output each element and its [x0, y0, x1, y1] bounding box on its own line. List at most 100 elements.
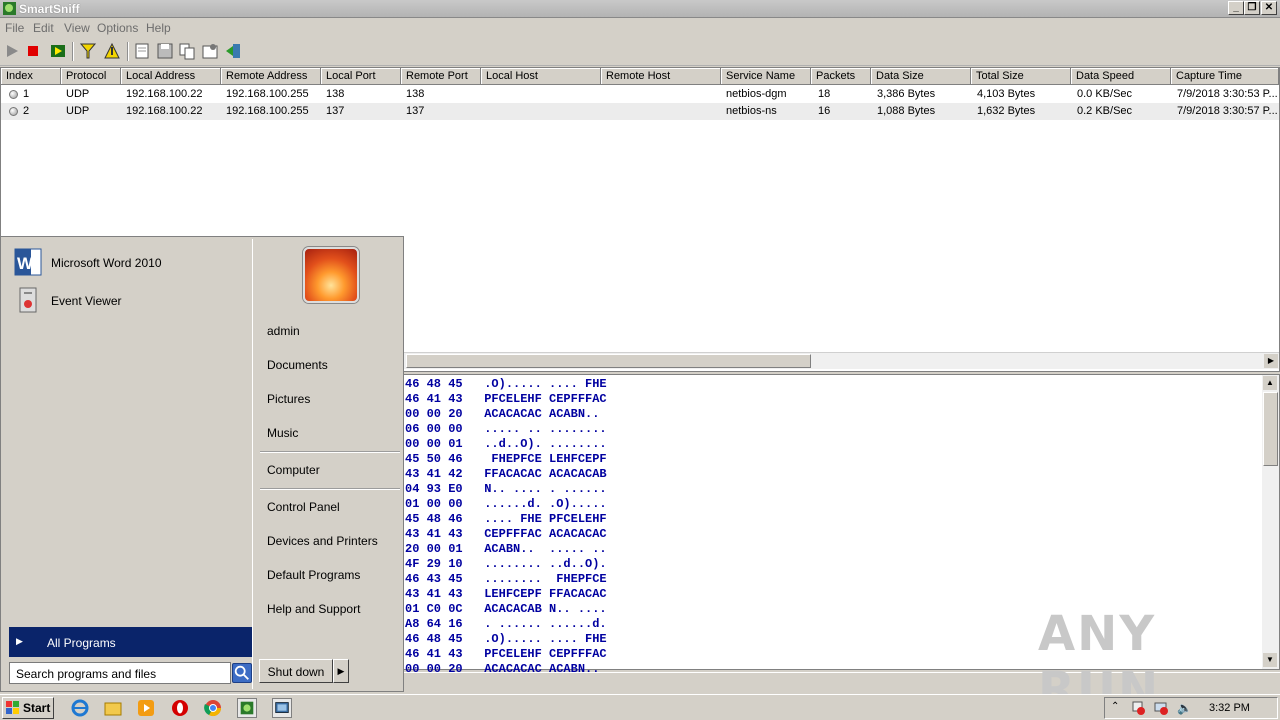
start-capture-icon[interactable] [3, 42, 21, 60]
svg-text:W: W [17, 254, 34, 273]
right-arrow-icon: ▶ [16, 636, 23, 646]
column-header-local-address[interactable]: Local Address [121, 68, 221, 85]
scroll-right-arrow-icon[interactable]: ▶ [1264, 354, 1278, 368]
cell-local-address: 192.168.100.22 [126, 105, 203, 117]
all-programs-button[interactable]: ▶ All Programs [9, 627, 252, 657]
row-status-icon [9, 107, 18, 116]
place-user[interactable]: admin [267, 324, 300, 338]
new-document-icon[interactable] [133, 42, 151, 60]
hex-line: 45 50 46 FHEPFCE LEHFCEPF [405, 452, 607, 466]
place-pictures[interactable]: Pictures [267, 392, 310, 406]
all-programs-label: All Programs [47, 636, 116, 650]
column-header-remote-address[interactable]: Remote Address [221, 68, 321, 85]
title-bar: SmartSniff _ ❐ ✕ [0, 0, 1280, 18]
clock[interactable]: 3:32 PM [1209, 702, 1250, 714]
file-explorer-icon[interactable] [103, 698, 123, 718]
hex-dump: 46 48 45 .O)..... .... FHE 46 41 43 PFCEL… [405, 377, 607, 677]
column-header-total-size[interactable]: Total Size [971, 68, 1071, 85]
column-header-remote-port[interactable]: Remote Port [401, 68, 481, 85]
cell-service-name: netbios-dgm [726, 88, 787, 100]
column-header-packets[interactable]: Packets [811, 68, 871, 85]
column-header-remote-host[interactable]: Remote Host [601, 68, 721, 85]
place-control-panel[interactable]: Control Panel [267, 500, 340, 514]
hex-line: 01 C0 0C ACACACAB N.. .... [405, 602, 607, 616]
save-icon[interactable] [156, 42, 174, 60]
start-menu-places: admin Documents Pictures Music Computer … [255, 237, 403, 691]
program-item-event-viewer[interactable]: Event Viewer [9, 283, 249, 317]
place-computer[interactable]: Computer [267, 463, 320, 477]
properties-icon[interactable] [201, 42, 219, 60]
hex-line: 20 00 01 ACABN.. ..... .. [405, 542, 607, 556]
column-header-service-name[interactable]: Service Name [721, 68, 811, 85]
menu-view[interactable]: View [64, 21, 90, 35]
cell-index: 2 [23, 105, 30, 117]
place-help-support[interactable]: Help and Support [267, 602, 360, 616]
place-music[interactable]: Music [267, 426, 298, 440]
start-button[interactable]: Start [2, 697, 54, 719]
scrollbar-thumb[interactable] [406, 354, 811, 368]
copy-icon[interactable] [178, 42, 196, 60]
network-icon[interactable] [1153, 700, 1169, 716]
cell-data-size: 1,088 Bytes [877, 105, 936, 117]
cell-remote-address: 192.168.100.255 [226, 105, 309, 117]
cell-remote-port: 138 [406, 88, 425, 100]
menu-file[interactable]: File [5, 21, 24, 35]
shutdown-options-arrow-icon[interactable]: ▶ [333, 659, 349, 683]
cell-protocol: UDP [66, 88, 90, 100]
user-avatar[interactable] [303, 247, 359, 303]
menu-help[interactable]: Help [146, 21, 171, 35]
search-input[interactable]: Search programs and files [9, 662, 231, 684]
filter-icon[interactable] [79, 42, 97, 60]
column-header-index[interactable]: Index [1, 68, 61, 85]
column-header-capture-time[interactable]: Capture Time [1171, 68, 1279, 85]
shutdown-button[interactable]: Shut down [259, 659, 333, 683]
event-viewer-icon [19, 287, 37, 313]
cell-local-port: 137 [326, 105, 345, 117]
play-green-icon[interactable] [49, 42, 67, 60]
cell-capture-time: 7/9/2018 3:30:57 P... [1177, 105, 1278, 117]
row-status-icon [9, 90, 18, 99]
restore-button[interactable]: ❐ [1244, 1, 1260, 15]
close-button[interactable]: ✕ [1261, 1, 1277, 15]
hex-line: 46 48 45 .O)..... .... FHE [405, 377, 607, 391]
tray-expand-icon[interactable]: ⌃ [1111, 701, 1119, 712]
toolbar-separator [127, 42, 129, 61]
scrollbar-thumb[interactable] [1263, 392, 1278, 466]
chrome-icon[interactable] [203, 698, 223, 718]
search-icon[interactable] [232, 663, 252, 683]
place-documents[interactable]: Documents [267, 358, 328, 372]
stop-capture-icon[interactable] [24, 42, 42, 60]
place-default-programs[interactable]: Default Programs [267, 568, 360, 582]
table-row[interactable]: 2 UDP 192.168.100.22 192.168.100.255 137… [1, 103, 1279, 120]
column-header-protocol[interactable]: Protocol [61, 68, 121, 85]
taskbar: Start ⌃ 🔈 3:32 PM [0, 694, 1280, 720]
app-window-taskbar-icon[interactable] [272, 698, 292, 718]
toolbar [0, 38, 1280, 66]
column-header-data-speed[interactable]: Data Speed [1071, 68, 1171, 85]
cell-data-speed: 0.0 KB/Sec [1077, 88, 1133, 100]
filter-alt-icon[interactable] [103, 42, 121, 60]
hex-line: 06 00 00 ..... .. ........ [405, 422, 607, 436]
column-header-data-size[interactable]: Data Size [871, 68, 971, 85]
menu-edit[interactable]: Edit [33, 21, 54, 35]
program-item-word[interactable]: W Microsoft Word 2010 [9, 245, 249, 279]
opera-icon[interactable] [170, 698, 190, 718]
action-center-flag-icon[interactable] [1130, 700, 1146, 716]
menu-options[interactable]: Options [97, 21, 138, 35]
hex-line: 4F 29 10 ........ ..d..O). [405, 557, 607, 571]
exit-icon[interactable] [224, 42, 242, 60]
scroll-up-arrow-icon[interactable]: ▲ [1263, 376, 1277, 390]
column-header-local-port[interactable]: Local Port [321, 68, 401, 85]
start-label: Start [23, 701, 51, 715]
cell-capture-time: 7/9/2018 3:30:53 P... [1177, 88, 1278, 100]
volume-icon[interactable]: 🔈 [1177, 701, 1192, 715]
internet-explorer-icon[interactable] [70, 698, 90, 718]
menu-separator [260, 488, 400, 490]
table-row[interactable]: 1 UDP 192.168.100.22 192.168.100.255 138… [1, 86, 1279, 103]
hex-line: 46 48 45 .O)..... .... FHE [405, 632, 607, 646]
column-header-local-host[interactable]: Local Host [481, 68, 601, 85]
media-player-icon[interactable] [136, 698, 156, 718]
smartsniff-taskbar-icon[interactable] [237, 698, 257, 718]
place-devices-printers[interactable]: Devices and Printers [267, 534, 378, 548]
minimize-button[interactable]: _ [1228, 1, 1244, 15]
